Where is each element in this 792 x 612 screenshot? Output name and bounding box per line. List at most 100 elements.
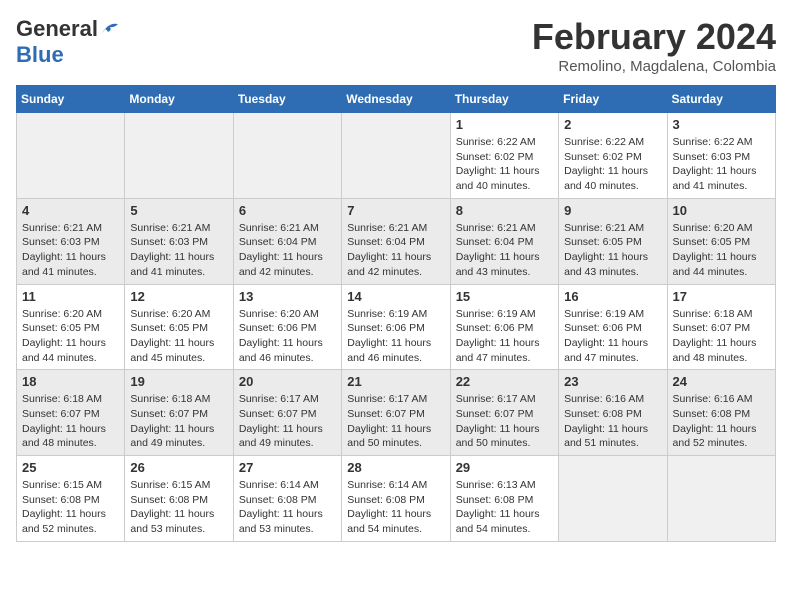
calendar-cell: 17Sunrise: 6:18 AM Sunset: 6:07 PM Dayli… xyxy=(667,284,775,370)
day-number: 22 xyxy=(456,374,553,389)
day-info: Sunrise: 6:16 AM Sunset: 6:08 PM Dayligh… xyxy=(673,392,770,451)
day-of-week-header: Monday xyxy=(125,86,233,113)
calendar-table: SundayMondayTuesdayWednesdayThursdayFrid… xyxy=(16,85,776,542)
day-number: 18 xyxy=(22,374,119,389)
calendar-cell: 25Sunrise: 6:15 AM Sunset: 6:08 PM Dayli… xyxy=(17,456,125,542)
day-info: Sunrise: 6:17 AM Sunset: 6:07 PM Dayligh… xyxy=(347,392,444,451)
calendar-cell: 1 Sunrise: 6:22 AM Sunset: 6:02 PM Daylig… xyxy=(450,113,558,199)
calendar-cell xyxy=(233,113,341,199)
calendar-cell xyxy=(125,113,233,199)
page-header: General Blue February 2024 Remolino, Mag… xyxy=(16,16,776,75)
calendar-week-row: 4 Sunrise: 6:21 AM Sunset: 6:03 PM Daylig… xyxy=(17,198,776,284)
day-info: Sunrise: 6:14 AM Sunset: 6:08 PM Dayligh… xyxy=(239,478,336,537)
days-of-week-row: SundayMondayTuesdayWednesdayThursdayFrid… xyxy=(17,86,776,113)
day-info: Sunrise: 6:21 AM Sunset: 6:04 PM Dayligh… xyxy=(456,221,553,280)
day-info: Sunrise: 6:20 AM Sunset: 6:05 PM Dayligh… xyxy=(22,307,119,366)
title-section: February 2024 Remolino, Magdalena, Colom… xyxy=(532,16,776,75)
calendar-cell: 16Sunrise: 6:19 AM Sunset: 6:06 PM Dayli… xyxy=(559,284,667,370)
logo-general: General xyxy=(16,16,98,42)
calendar-week-row: 25Sunrise: 6:15 AM Sunset: 6:08 PM Dayli… xyxy=(17,456,776,542)
calendar-cell: 2 Sunrise: 6:22 AM Sunset: 6:02 PM Daylig… xyxy=(559,113,667,199)
day-info: Sunrise: 6:14 AM Sunset: 6:08 PM Dayligh… xyxy=(347,478,444,537)
calendar-cell: 5 Sunrise: 6:21 AM Sunset: 6:03 PM Daylig… xyxy=(125,198,233,284)
day-number: 8 xyxy=(456,203,553,218)
day-number: 4 xyxy=(22,203,119,218)
calendar-cell: 11 Sunrise: 6:20 AM Sunset: 6:05 PM Dayli… xyxy=(17,284,125,370)
day-of-week-header: Saturday xyxy=(667,86,775,113)
day-number: 9 xyxy=(564,203,661,218)
day-info: Sunrise: 6:20 AM Sunset: 6:05 PM Dayligh… xyxy=(130,307,227,366)
day-info: Sunrise: 6:20 AM Sunset: 6:05 PM Dayligh… xyxy=(673,221,770,280)
day-number: 21 xyxy=(347,374,444,389)
day-info: Sunrise: 6:18 AM Sunset: 6:07 PM Dayligh… xyxy=(22,392,119,451)
calendar-cell: 27Sunrise: 6:14 AM Sunset: 6:08 PM Dayli… xyxy=(233,456,341,542)
calendar-cell: 14 Sunrise: 6:19 AM Sunset: 6:06 PM Dayli… xyxy=(342,284,450,370)
logo: General Blue xyxy=(16,16,122,68)
calendar-cell: 19Sunrise: 6:18 AM Sunset: 6:07 PM Dayli… xyxy=(125,370,233,456)
calendar-cell: 9 Sunrise: 6:21 AM Sunset: 6:05 PM Daylig… xyxy=(559,198,667,284)
month-title: February 2024 xyxy=(532,16,776,58)
day-info: Sunrise: 6:19 AM Sunset: 6:06 PM Dayligh… xyxy=(347,307,444,366)
calendar-cell: 4 Sunrise: 6:21 AM Sunset: 6:03 PM Daylig… xyxy=(17,198,125,284)
day-info: Sunrise: 6:21 AM Sunset: 6:03 PM Dayligh… xyxy=(130,221,227,280)
day-info: Sunrise: 6:15 AM Sunset: 6:08 PM Dayligh… xyxy=(22,478,119,537)
location: Remolino, Magdalena, Colombia xyxy=(532,58,776,75)
day-info: Sunrise: 6:21 AM Sunset: 6:04 PM Dayligh… xyxy=(239,221,336,280)
day-info: Sunrise: 6:16 AM Sunset: 6:08 PM Dayligh… xyxy=(564,392,661,451)
calendar-header: SundayMondayTuesdayWednesdayThursdayFrid… xyxy=(17,86,776,113)
calendar-week-row: 11 Sunrise: 6:20 AM Sunset: 6:05 PM Dayli… xyxy=(17,284,776,370)
day-info: Sunrise: 6:18 AM Sunset: 6:07 PM Dayligh… xyxy=(130,392,227,451)
calendar-cell xyxy=(17,113,125,199)
day-number: 16 xyxy=(564,289,661,304)
day-number: 15 xyxy=(456,289,553,304)
calendar-cell: 29 Sunrise: 6:13 AM Sunset: 6:08 PM Dayli… xyxy=(450,456,558,542)
day-number: 10 xyxy=(673,203,770,218)
day-info: Sunrise: 6:20 AM Sunset: 6:06 PM Dayligh… xyxy=(239,307,336,366)
day-number: 17 xyxy=(673,289,770,304)
day-info: Sunrise: 6:19 AM Sunset: 6:06 PM Dayligh… xyxy=(456,307,553,366)
calendar-week-row: 1 Sunrise: 6:22 AM Sunset: 6:02 PM Daylig… xyxy=(17,113,776,199)
calendar-cell: 12 Sunrise: 6:20 AM Sunset: 6:05 PM Dayli… xyxy=(125,284,233,370)
day-info: Sunrise: 6:22 AM Sunset: 6:03 PM Dayligh… xyxy=(673,135,770,194)
calendar-cell: 10 Sunrise: 6:20 AM Sunset: 6:05 PM Dayli… xyxy=(667,198,775,284)
day-of-week-header: Tuesday xyxy=(233,86,341,113)
day-number: 7 xyxy=(347,203,444,218)
calendar-body: 1 Sunrise: 6:22 AM Sunset: 6:02 PM Daylig… xyxy=(17,113,776,542)
day-info: Sunrise: 6:21 AM Sunset: 6:04 PM Dayligh… xyxy=(347,221,444,280)
day-info: Sunrise: 6:22 AM Sunset: 6:02 PM Dayligh… xyxy=(564,135,661,194)
day-number: 12 xyxy=(130,289,227,304)
day-info: Sunrise: 6:21 AM Sunset: 6:03 PM Dayligh… xyxy=(22,221,119,280)
day-number: 23 xyxy=(564,374,661,389)
calendar-cell xyxy=(667,456,775,542)
calendar-cell: 20 Sunrise: 6:17 AM Sunset: 6:07 PM Dayli… xyxy=(233,370,341,456)
day-of-week-header: Friday xyxy=(559,86,667,113)
day-info: Sunrise: 6:17 AM Sunset: 6:07 PM Dayligh… xyxy=(456,392,553,451)
logo-bird-icon xyxy=(100,20,122,38)
calendar-cell: 22 Sunrise: 6:17 AM Sunset: 6:07 PM Dayli… xyxy=(450,370,558,456)
day-number: 24 xyxy=(673,374,770,389)
logo-blue: Blue xyxy=(16,42,64,67)
calendar-cell: 28 Sunrise: 6:14 AM Sunset: 6:08 PM Dayli… xyxy=(342,456,450,542)
calendar-cell: 7 Sunrise: 6:21 AM Sunset: 6:04 PM Daylig… xyxy=(342,198,450,284)
day-info: Sunrise: 6:21 AM Sunset: 6:05 PM Dayligh… xyxy=(564,221,661,280)
calendar-cell: 21 Sunrise: 6:17 AM Sunset: 6:07 PM Dayli… xyxy=(342,370,450,456)
day-info: Sunrise: 6:15 AM Sunset: 6:08 PM Dayligh… xyxy=(130,478,227,537)
day-number: 20 xyxy=(239,374,336,389)
day-info: Sunrise: 6:17 AM Sunset: 6:07 PM Dayligh… xyxy=(239,392,336,451)
day-number: 5 xyxy=(130,203,227,218)
day-number: 13 xyxy=(239,289,336,304)
calendar-cell: 26Sunrise: 6:15 AM Sunset: 6:08 PM Dayli… xyxy=(125,456,233,542)
calendar-cell: 18 Sunrise: 6:18 AM Sunset: 6:07 PM Dayli… xyxy=(17,370,125,456)
day-number: 11 xyxy=(22,289,119,304)
calendar-cell: 24 Sunrise: 6:16 AM Sunset: 6:08 PM Dayli… xyxy=(667,370,775,456)
day-number: 29 xyxy=(456,460,553,475)
day-number: 14 xyxy=(347,289,444,304)
day-number: 28 xyxy=(347,460,444,475)
day-number: 2 xyxy=(564,117,661,132)
day-number: 1 xyxy=(456,117,553,132)
calendar-cell: 15 Sunrise: 6:19 AM Sunset: 6:06 PM Dayli… xyxy=(450,284,558,370)
day-info: Sunrise: 6:22 AM Sunset: 6:02 PM Dayligh… xyxy=(456,135,553,194)
calendar-cell: 13 Sunrise: 6:20 AM Sunset: 6:06 PM Dayli… xyxy=(233,284,341,370)
day-of-week-header: Thursday xyxy=(450,86,558,113)
day-info: Sunrise: 6:13 AM Sunset: 6:08 PM Dayligh… xyxy=(456,478,553,537)
